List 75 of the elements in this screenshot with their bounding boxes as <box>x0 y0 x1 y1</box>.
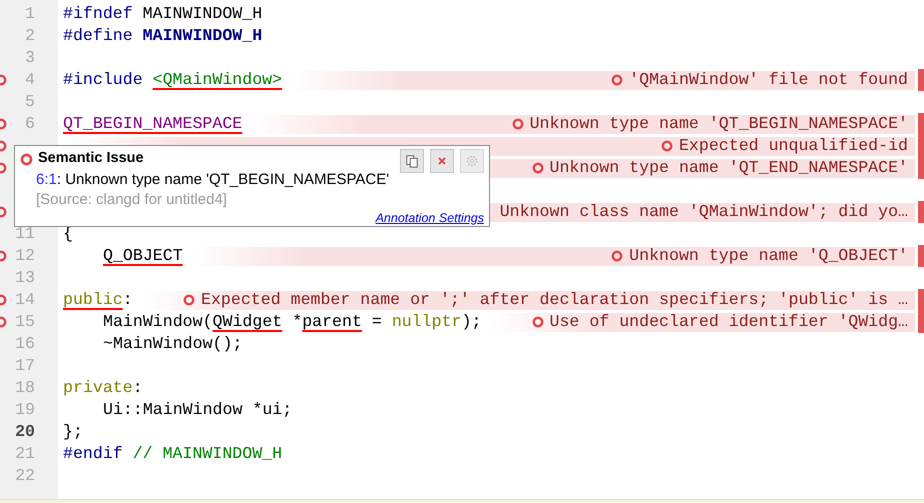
code-token: MAINWINDOW_H <box>142 3 262 25</box>
code-token: MainWindow( <box>103 311 213 333</box>
line-number: 13 <box>15 267 35 289</box>
line-number: 16 <box>15 333 35 355</box>
scrollbar-error-mark[interactable] <box>918 69 924 91</box>
scrollbar-error-mark[interactable] <box>918 113 924 135</box>
code-token: ~MainWindow(); <box>103 333 242 355</box>
scrollbar-error-mark[interactable] <box>918 289 924 311</box>
settings-icon <box>465 154 479 168</box>
line-number: 11 <box>15 223 35 245</box>
code-token: #include <box>63 69 144 91</box>
line-number: 12 <box>15 245 35 267</box>
line-number: 1 <box>25 3 35 25</box>
close-button[interactable] <box>430 149 454 173</box>
code-token: QT_BEGIN_NAMESPACE <box>63 113 242 135</box>
line-number: 21 <box>15 443 35 465</box>
code-token: QWidget <box>212 311 282 333</box>
issue-message: : Unknown type name 'QT_BEGIN_NAMESPACE' <box>56 170 390 190</box>
location-link[interactable]: 6:1 <box>36 170 57 190</box>
code-token: nullptr <box>392 311 462 333</box>
error-annotation: Unknown class name 'QMainWindow'; did yo… <box>500 201 908 223</box>
error-icon <box>182 294 195 306</box>
line-number: 17 <box>15 355 35 377</box>
scrollbar-error-mark[interactable] <box>918 201 924 223</box>
close-icon <box>436 155 448 167</box>
code-token: parent <box>302 311 362 333</box>
error-icon <box>20 152 33 166</box>
error-annotation: Expected unqualified-id <box>678 135 908 157</box>
error-icon <box>512 118 524 130</box>
line-number: 2 <box>25 25 35 47</box>
scrollbar-error-mark[interactable] <box>918 311 924 333</box>
line-number: 3 <box>25 47 35 69</box>
code-token: : <box>132 377 143 399</box>
line-number: 14 <box>15 289 35 311</box>
line-number: 20 <box>15 421 35 443</box>
copy-icon <box>405 154 419 168</box>
tooltip-title: Semantic Issue <box>38 149 144 168</box>
code-token: public <box>63 289 123 311</box>
code-token: MAINWINDOW_H <box>142 25 262 47</box>
line-number: 19 <box>15 399 35 421</box>
error-annotation: Expected member name or ';' after declaration specifiers; 'public' is … <box>200 289 908 311</box>
scrollbar-error-mark[interactable] <box>918 245 924 267</box>
code-token: #endif <box>63 443 123 465</box>
error-icon <box>611 250 624 262</box>
copy-button[interactable] <box>400 149 424 173</box>
error-annotation: 'QMainWindow' file not found <box>629 69 908 91</box>
code-token: #define <box>63 25 134 47</box>
code-token: <QMainWindow> <box>152 69 282 91</box>
line-number: 22 <box>15 465 35 487</box>
error-annotation: Unknown type name 'Q_OBJECT' <box>629 245 908 267</box>
line-number: 4 <box>25 69 35 91</box>
error-annotation: Unknown type name 'QT_BEGIN_NAMESPACE' <box>530 113 908 135</box>
code-token: = <box>370 311 383 333</box>
error-icon <box>660 140 673 152</box>
line-number: 15 <box>15 311 35 333</box>
code-token: private <box>63 377 133 399</box>
error-annotation: Unknown type name 'QT_END_NAMESPACE' <box>550 157 908 179</box>
error-icon <box>611 74 624 86</box>
code-token: Ui::MainWindow *ui; <box>103 399 292 421</box>
code-token: Q_OBJECT <box>103 245 183 267</box>
code-token: // MAINWINDOW_H <box>132 443 282 465</box>
error-icon <box>532 316 544 328</box>
line-number: 18 <box>15 377 35 399</box>
code-token: * <box>291 311 302 333</box>
code-token: ); <box>462 311 482 333</box>
issue-source: [Source: clangd for untitled4] <box>35 190 228 210</box>
code-token: #ifndef <box>63 3 133 25</box>
annotation-settings-link[interactable]: Annotation Settings <box>376 209 484 228</box>
line-number: 6 <box>25 113 35 135</box>
error-icon <box>532 162 544 174</box>
error-annotation: Use of undeclared identifier 'QWidg… <box>550 311 908 333</box>
line-number: 5 <box>25 91 35 113</box>
code-token: : <box>122 289 133 311</box>
code-token: }; <box>63 421 83 443</box>
scrollbar-error-mark[interactable] <box>918 157 924 179</box>
